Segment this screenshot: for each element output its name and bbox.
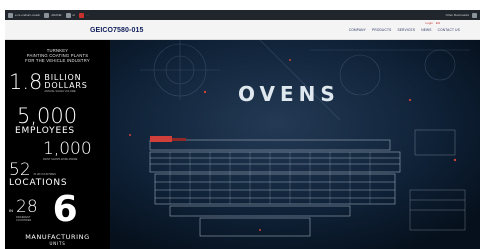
nav-item-products[interactable]: PRODUCTS xyxy=(372,28,392,32)
stat-employees-value: 5,000 xyxy=(17,104,78,128)
stat-sales-note: ANNUAL SALES VOLUME xyxy=(44,90,76,93)
stat-locations-note: IN 28 COUNTRIES xyxy=(33,173,56,176)
page-icon xyxy=(44,12,50,18)
folder-icon xyxy=(472,12,477,18)
main-nav: COMPANY PRODUCTS SERVICES NEWS CONTACT U… xyxy=(349,28,460,32)
bookmark-item[interactable]: ... xyxy=(79,12,89,18)
stat-sales-value: 1.8 xyxy=(9,70,43,94)
page: e-rs-ondiurn-coatin ARANE ef ... Other B… xyxy=(0,0,485,249)
stat-sales-unit-2: DOLLARS xyxy=(44,81,88,90)
browser-bookmarks-bar: e-rs-ondiurn-coatin ARANE ef ... Other B… xyxy=(5,10,480,20)
nav-item-contact[interactable]: CONTACT US xyxy=(438,28,460,32)
stat-units: MANUFACTURING UNITS xyxy=(5,234,110,246)
site-logo[interactable]: GEICO7580-015 xyxy=(90,27,143,34)
stat-paint-shops: 1,000 PAINT SHOPS WORLDWIDE xyxy=(43,139,92,162)
hero-title: OVENS xyxy=(238,82,340,106)
language-link[interactable]: EN xyxy=(436,21,440,25)
bookmark-item[interactable]: ef xyxy=(65,12,75,18)
bookmark-item[interactable]: ARANE xyxy=(44,12,62,18)
stat-sales: 1.8 BILLION DOLLARS ANNUAL SALES VOLUME xyxy=(9,70,88,94)
stat-countries-value: 28 xyxy=(16,196,38,217)
hero-banner: OVENS xyxy=(110,40,480,249)
stats-sidebar: TURNKEY PAINTING COATING PLANTS FOR THE VE… xyxy=(5,40,110,249)
blueprint-illustration xyxy=(110,40,480,249)
stat-locations: 52 IN 28 COUNTRIES LOCATIONS xyxy=(9,162,67,188)
site-header: Login EN GEICO7580-015 COMPANY PRODUCTS … xyxy=(5,20,480,40)
nav-item-news[interactable]: NEWS xyxy=(421,28,431,32)
stat-paint-shops-note: PAINT SHOPS WORLDWIDE xyxy=(43,158,78,161)
nav-item-company[interactable]: COMPANY xyxy=(349,28,366,32)
stat-locations-value: 52 xyxy=(9,160,31,180)
nav-item-services[interactable]: SERVICES xyxy=(398,28,416,32)
page-icon xyxy=(65,12,71,18)
stat-units-label: MANUFACTURING xyxy=(25,233,90,241)
bookmark-red-icon xyxy=(79,12,85,18)
stat-countries-note-b: COUNTRIES xyxy=(16,218,32,222)
stat-units-label-2: UNITS xyxy=(49,240,66,246)
page-icon xyxy=(8,12,13,18)
utility-links: Login EN xyxy=(425,21,440,25)
sidebar-intro: TURNKEY PAINTING COATING PLANTS FOR THE VE… xyxy=(5,48,110,63)
stat-locations-label: LOCATIONS xyxy=(9,178,68,188)
login-link[interactable]: Login xyxy=(425,21,432,25)
stat-paint-shops-value: 1,000 xyxy=(43,139,92,159)
bookmark-item[interactable]: e-rs-ondiurn-coatin xyxy=(8,12,40,18)
stat-units-value: 6 xyxy=(52,189,78,230)
stat-countries-prefix: IN xyxy=(9,207,13,213)
stat-employees: 5,000 EMPLOYEES xyxy=(9,106,77,136)
stat-employees-label: EMPLOYEES xyxy=(15,126,75,136)
stat-countries: IN 28 DIFFERENT COUNTRIES 6 xyxy=(9,192,78,228)
other-bookmarks[interactable]: Other Bookmarks xyxy=(446,13,469,17)
sidebar-intro-line: FOR THE VEHICLE INDUSTRY xyxy=(25,58,90,63)
